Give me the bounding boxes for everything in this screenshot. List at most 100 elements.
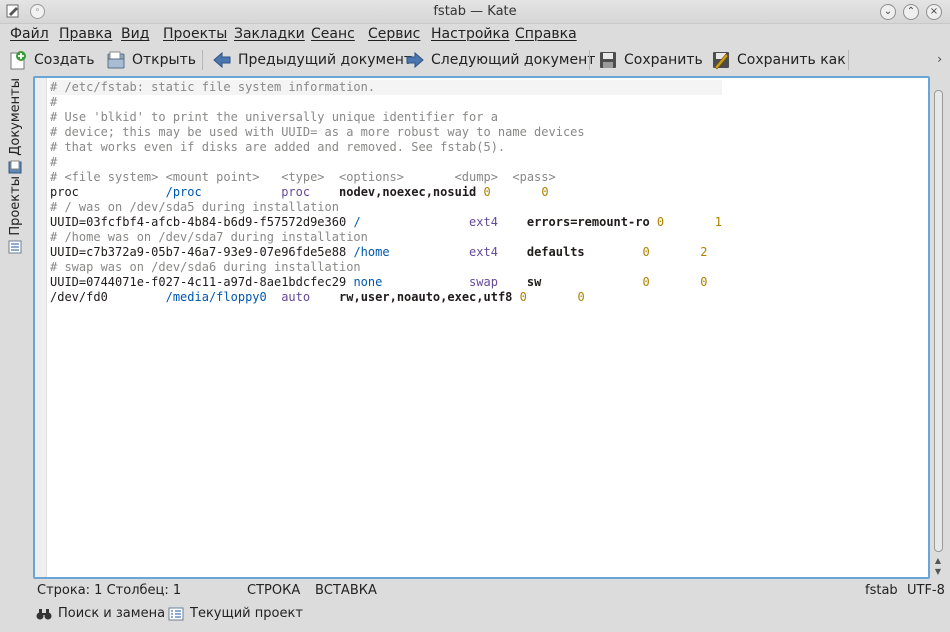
encoding[interactable]: UTF-8 xyxy=(907,583,945,598)
menu-tools[interactable]: Сервис xyxy=(368,26,420,42)
code-line[interactable]: # xyxy=(50,95,722,110)
code-token: errors=remount-ro xyxy=(526,215,650,229)
menu-view[interactable]: Вид xyxy=(121,26,149,42)
current-project-button[interactable]: Текущий проект xyxy=(168,606,303,621)
menu-settings[interactable]: Настройка xyxy=(431,26,510,42)
code-line[interactable]: UUID=0744071e-f027-4c11-a97d-8ae1bdcfec2… xyxy=(50,275,722,290)
open-button[interactable]: Открыть xyxy=(106,48,196,72)
open-folder-icon xyxy=(107,51,125,69)
code-token: proc xyxy=(50,185,166,199)
save-button[interactable]: Сохранить xyxy=(598,48,703,72)
code-line[interactable]: # that works even if disks are added and… xyxy=(50,140,722,155)
menu-bookmarks[interactable]: Закладки xyxy=(234,26,305,42)
code-token: # that works even if disks are added and… xyxy=(50,140,506,154)
scroll-down-icon[interactable]: ▼ xyxy=(933,567,943,577)
code-token: # xyxy=(50,95,58,109)
code-token: swap xyxy=(469,275,498,289)
save-label: Сохранить xyxy=(624,52,703,68)
menu-edit[interactable]: Правка xyxy=(59,26,112,42)
arrow-right-icon xyxy=(406,51,424,69)
code-token: 0 xyxy=(642,275,650,289)
code-token: 0 xyxy=(519,290,527,304)
code-line[interactable]: # /etc/fstab: static file system informa… xyxy=(50,80,722,95)
code-token: # /home was on /dev/sda7 during installa… xyxy=(50,230,368,244)
previous-document-label: Предыдущий документ xyxy=(238,52,413,68)
code-line[interactable]: # / was on /dev/sda5 during installation xyxy=(50,200,722,215)
maximize-button[interactable]: ⌃ xyxy=(903,4,919,20)
code-line[interactable]: UUID=03fcfbf4-afcb-4b84-b6d9-f57572d9e36… xyxy=(50,215,722,230)
next-document-label: Следующий документ xyxy=(431,52,596,68)
new-document-icon xyxy=(10,51,26,70)
search-replace-button[interactable]: Поиск и замена xyxy=(36,606,165,621)
projects-tab-label: Проекты xyxy=(7,176,23,236)
code-token: # /etc/fstab: static file system informa… xyxy=(50,80,376,94)
open-label: Открыть xyxy=(132,52,196,68)
previous-document-button[interactable]: Предыдущий документ xyxy=(212,48,412,72)
editor-icon-border xyxy=(35,78,47,577)
menu-session[interactable]: Сеанс xyxy=(311,26,355,42)
cursor-position: Строка: 1 Столбец: 1 xyxy=(37,583,182,598)
code-token: # swap was on /dev/sda6 during installat… xyxy=(50,260,361,274)
editor-text[interactable]: # /etc/fstab: static file system informa… xyxy=(50,80,722,305)
project-list-icon xyxy=(168,607,184,620)
code-line[interactable]: # <file system> <mount point> <type> <op… xyxy=(50,170,722,185)
save-as-button[interactable]: Сохранить как xyxy=(711,48,846,72)
toolbar-separator xyxy=(589,50,590,70)
menu-help[interactable]: Справка xyxy=(515,26,577,42)
code-token: ext4 xyxy=(469,215,498,229)
code-line[interactable]: # device; this may be used with UUID= as… xyxy=(50,125,722,140)
menu-file[interactable]: Файл xyxy=(10,26,49,42)
code-token: 2 xyxy=(700,245,708,259)
menu-projects[interactable]: Проекты xyxy=(163,26,227,42)
code-token: # Use 'blkid' to print the universally u… xyxy=(50,110,498,124)
scroll-up-icon[interactable]: ▲ xyxy=(933,556,943,566)
sidebar-tab-documents[interactable]: Документы xyxy=(4,78,26,174)
next-document-button[interactable]: Следующий документ xyxy=(405,48,595,72)
code-line[interactable]: # xyxy=(50,155,722,170)
toolbar-separator xyxy=(202,50,203,70)
code-token: sw xyxy=(526,275,542,289)
documents-icon xyxy=(8,160,22,174)
code-token: 0 xyxy=(700,275,708,289)
scrollbar-thumb[interactable] xyxy=(934,90,943,552)
code-line[interactable]: # Use 'blkid' to print the universally u… xyxy=(50,110,722,125)
file-type[interactable]: fstab xyxy=(865,583,898,598)
code-line[interactable]: # /home was on /dev/sda7 during installa… xyxy=(50,230,722,245)
code-line[interactable]: # swap was on /dev/sda6 during installat… xyxy=(50,260,722,275)
code-token: / xyxy=(353,215,361,229)
left-sidebar: Документы Проекты xyxy=(4,76,26,576)
vertical-scrollbar[interactable]: ▲ ▼ xyxy=(931,90,945,579)
bottom-toolview-bar: Поиск и замена Текущий проект xyxy=(0,602,950,628)
code-line[interactable]: UUID=c7b372a9-05b7-46a7-93e9-07e96fde5e8… xyxy=(50,245,722,260)
insert-mode[interactable]: ВСТАВКА xyxy=(315,583,377,598)
code-line[interactable]: /dev/fd0 /media/floppy0 auto rw,user,noa… xyxy=(50,290,722,305)
code-token: ext4 xyxy=(469,245,498,259)
arrow-left-icon xyxy=(213,51,231,69)
close-button[interactable]: × xyxy=(926,4,942,20)
code-token: rw,user,noauto,exec,utf8 xyxy=(339,290,513,304)
code-token: 0 xyxy=(483,185,491,199)
code-line[interactable]: proc /proc proc nodev,noexec,nosuid 0 0 xyxy=(50,185,722,200)
text-editor[interactable]: # /etc/fstab: static file system informa… xyxy=(33,76,930,579)
new-button[interactable]: Создать xyxy=(8,48,94,72)
main-toolbar: Создать Открыть Предыдущий документ След… xyxy=(0,45,950,75)
selection-mode[interactable]: СТРОКА xyxy=(247,583,300,598)
toolbar-overflow-icon[interactable]: › xyxy=(937,52,942,66)
code-token: proc xyxy=(281,185,311,199)
code-token: /media/floppy0 xyxy=(165,290,267,304)
sidebar-tab-projects[interactable]: Проекты xyxy=(4,176,26,254)
code-token: none xyxy=(353,275,383,289)
minimize-button[interactable]: ⌄ xyxy=(880,4,896,20)
